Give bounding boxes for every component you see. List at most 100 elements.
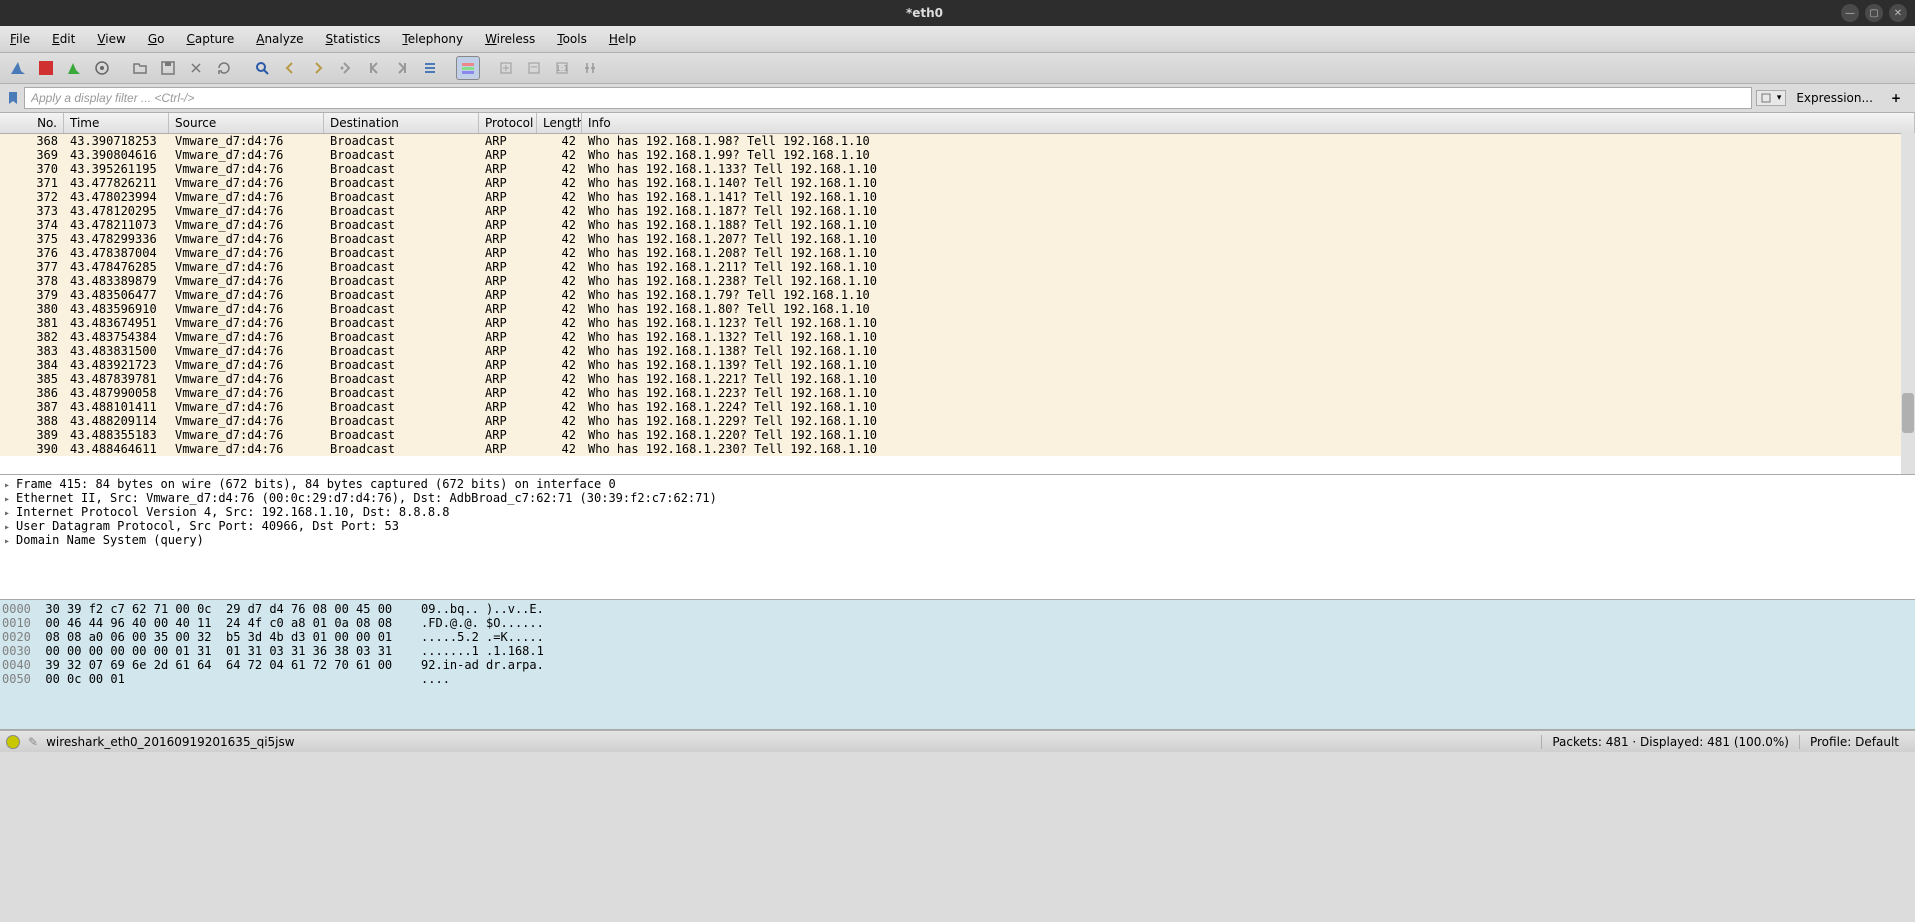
add-filter-button[interactable]: + — [1883, 89, 1909, 107]
menu-analyze[interactable]: Analyze — [252, 30, 307, 48]
open-file-button[interactable] — [128, 56, 152, 80]
bookmark-icon[interactable] — [6, 91, 20, 105]
packet-list-header: No. Time Source Destination Protocol Len… — [0, 113, 1915, 134]
zoom-in-button[interactable]: + — [494, 56, 518, 80]
go-forward-button[interactable] — [306, 56, 330, 80]
packet-row[interactable]: 38043.483596910Vmware_d7:d4:76BroadcastA… — [0, 302, 1915, 316]
close-file-button[interactable] — [184, 56, 208, 80]
detail-tree-row[interactable]: User Datagram Protocol, Src Port: 40966,… — [2, 519, 1913, 533]
save-file-button[interactable] — [156, 56, 180, 80]
packet-row[interactable]: 38843.488209114Vmware_d7:d4:76BroadcastA… — [0, 414, 1915, 428]
packet-row[interactable]: 38343.483831500Vmware_d7:d4:76BroadcastA… — [0, 344, 1915, 358]
detail-tree-row[interactable]: Internet Protocol Version 4, Src: 192.16… — [2, 505, 1913, 519]
display-filter-input[interactable] — [24, 87, 1752, 109]
minimize-button[interactable]: — — [1841, 4, 1859, 22]
zoom-out-button[interactable]: − — [522, 56, 546, 80]
menubar: File Edit View Go Capture Analyze Statistics Te… — [0, 26, 1915, 53]
packet-row[interactable]: 37143.477826211Vmware_d7:d4:76BroadcastA… — [0, 176, 1915, 190]
menu-wireless[interactable]: Wireless — [481, 30, 539, 48]
col-header-length[interactable]: Length — [537, 113, 582, 133]
packet-row[interactable]: 38143.483674951Vmware_d7:d4:76BroadcastA… — [0, 316, 1915, 330]
restart-capture-button[interactable] — [62, 56, 86, 80]
packet-row[interactable]: 37343.478120295Vmware_d7:d4:76BroadcastA… — [0, 204, 1915, 218]
col-header-protocol[interactable]: Protocol — [479, 113, 537, 133]
go-last-button[interactable] — [390, 56, 414, 80]
col-header-info[interactable]: Info — [582, 113, 1915, 133]
close-button[interactable]: ✕ — [1889, 4, 1907, 22]
statusbar: ✎ wireshark_eth0_20160919201635_qi5jsw P… — [0, 730, 1915, 752]
status-packet-count: Packets: 481 · Displayed: 481 (100.0%) — [1541, 735, 1799, 749]
menu-view[interactable]: View — [93, 30, 129, 48]
packet-row[interactable]: 37843.483389879Vmware_d7:d4:76BroadcastA… — [0, 274, 1915, 288]
menu-edit[interactable]: Edit — [48, 30, 79, 48]
col-header-time[interactable]: Time — [64, 113, 169, 133]
filter-history-dropdown[interactable]: ▾ — [1756, 90, 1787, 106]
packet-row[interactable]: 37443.478211073Vmware_d7:d4:76BroadcastA… — [0, 218, 1915, 232]
hex-row[interactable]: 0050 00 0c 00 01 .... — [2, 672, 1913, 686]
colorize-button[interactable] — [456, 56, 480, 80]
menu-tools[interactable]: Tools — [553, 30, 591, 48]
packet-row[interactable]: 37043.395261195Vmware_d7:d4:76BroadcastA… — [0, 162, 1915, 176]
find-packet-button[interactable] — [250, 56, 274, 80]
capture-file-comment-icon[interactable]: ✎ — [28, 735, 38, 749]
packet-row[interactable]: 39043.488464611Vmware_d7:d4:76BroadcastA… — [0, 442, 1915, 456]
packet-row[interactable]: 38743.488101411Vmware_d7:d4:76BroadcastA… — [0, 400, 1915, 414]
expression-button[interactable]: Expression... — [1790, 89, 1879, 107]
hex-row[interactable]: 0010 00 46 44 96 40 00 40 11 24 4f c0 a8… — [2, 616, 1913, 630]
resize-columns-button[interactable] — [578, 56, 602, 80]
packet-row[interactable]: 37643.478387004Vmware_d7:d4:76BroadcastA… — [0, 246, 1915, 260]
capture-options-button[interactable] — [90, 56, 114, 80]
window-title: *eth0 — [8, 6, 1841, 20]
reload-button[interactable] — [212, 56, 236, 80]
packet-row[interactable]: 36843.390718253Vmware_d7:d4:76BroadcastA… — [0, 134, 1915, 148]
packet-row[interactable]: 37543.478299336Vmware_d7:d4:76BroadcastA… — [0, 232, 1915, 246]
main-toolbar: + − 1:1 — [0, 53, 1915, 84]
maximize-button[interactable]: ▢ — [1865, 4, 1883, 22]
detail-tree-row[interactable]: Domain Name System (query) — [2, 533, 1913, 547]
hex-row[interactable]: 0000 30 39 f2 c7 62 71 00 0c 29 d7 d4 76… — [2, 602, 1913, 616]
display-filter-bar: ▾ Expression... + — [0, 84, 1915, 113]
svg-text:−: − — [530, 62, 538, 73]
packet-row[interactable]: 38643.487990058Vmware_d7:d4:76BroadcastA… — [0, 386, 1915, 400]
packet-details-pane[interactable]: Frame 415: 84 bytes on wire (672 bits), … — [0, 475, 1915, 600]
menu-file[interactable]: File — [6, 30, 34, 48]
col-header-source[interactable]: Source — [169, 113, 324, 133]
col-header-destination[interactable]: Destination — [324, 113, 479, 133]
hex-row[interactable]: 0040 39 32 07 69 6e 2d 61 64 64 72 04 61… — [2, 658, 1913, 672]
status-filename: wireshark_eth0_20160919201635_qi5jsw — [46, 735, 295, 749]
packet-row[interactable]: 37243.478023994Vmware_d7:d4:76BroadcastA… — [0, 190, 1915, 204]
packet-row[interactable]: 38943.488355183Vmware_d7:d4:76BroadcastA… — [0, 428, 1915, 442]
menu-go[interactable]: Go — [144, 30, 169, 48]
menu-statistics[interactable]: Statistics — [322, 30, 385, 48]
packet-row[interactable]: 38543.487839781Vmware_d7:d4:76BroadcastA… — [0, 372, 1915, 386]
menu-help[interactable]: Help — [605, 30, 640, 48]
col-header-no[interactable]: No. — [0, 113, 64, 133]
go-to-packet-button[interactable] — [334, 56, 358, 80]
zoom-reset-button[interactable]: 1:1 — [550, 56, 574, 80]
packet-row[interactable]: 36943.390804616Vmware_d7:d4:76BroadcastA… — [0, 148, 1915, 162]
packet-list-body[interactable]: 36843.390718253Vmware_d7:d4:76BroadcastA… — [0, 134, 1915, 474]
detail-tree-row[interactable]: Ethernet II, Src: Vmware_d7:d4:76 (00:0c… — [2, 491, 1913, 505]
go-back-button[interactable] — [278, 56, 302, 80]
svg-text:+: + — [502, 63, 510, 74]
shark-fin-icon[interactable] — [6, 56, 30, 80]
window-titlebar: *eth0 — ▢ ✕ — [0, 0, 1915, 26]
status-profile[interactable]: Profile: Default — [1799, 735, 1909, 749]
packet-bytes-pane[interactable]: 0000 30 39 f2 c7 62 71 00 0c 29 d7 d4 76… — [0, 600, 1915, 730]
packet-list-pane: No. Time Source Destination Protocol Len… — [0, 113, 1915, 475]
menu-capture[interactable]: Capture — [182, 30, 238, 48]
svg-text:1:1: 1:1 — [556, 64, 569, 73]
packet-row[interactable]: 38243.483754384Vmware_d7:d4:76BroadcastA… — [0, 330, 1915, 344]
packet-row[interactable]: 37943.483506477Vmware_d7:d4:76BroadcastA… — [0, 288, 1915, 302]
menu-telephony[interactable]: Telephony — [398, 30, 467, 48]
packet-row[interactable]: 37743.478476285Vmware_d7:d4:76BroadcastA… — [0, 260, 1915, 274]
auto-scroll-button[interactable] — [418, 56, 442, 80]
packet-list-scrollbar[interactable] — [1901, 133, 1915, 474]
packet-row[interactable]: 38443.483921723Vmware_d7:d4:76BroadcastA… — [0, 358, 1915, 372]
hex-row[interactable]: 0020 08 08 a0 06 00 35 00 32 b5 3d 4b d3… — [2, 630, 1913, 644]
detail-tree-row[interactable]: Frame 415: 84 bytes on wire (672 bits), … — [2, 477, 1913, 491]
hex-row[interactable]: 0030 00 00 00 00 00 00 01 31 01 31 03 31… — [2, 644, 1913, 658]
expert-info-icon[interactable] — [6, 735, 20, 749]
go-first-button[interactable] — [362, 56, 386, 80]
stop-capture-button[interactable] — [34, 56, 58, 80]
